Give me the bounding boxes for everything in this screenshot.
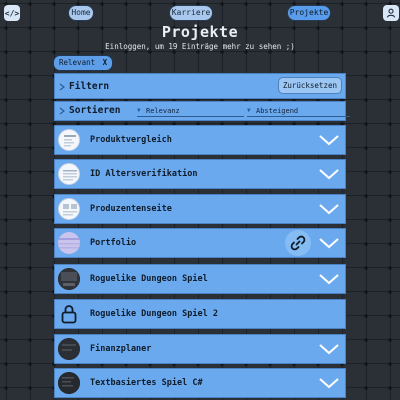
project-title: Roguelike Dungeon Spiel 2 [90,309,218,319]
user-button[interactable] [383,5,399,21]
page-title: Projekte [161,23,239,41]
chip-label: Relevant [59,58,96,67]
filter-label[interactable]: Filtern [69,81,109,92]
active-filter-chip[interactable]: Relevant X [54,56,113,70]
sort-by-select[interactable]: ▼ Relevanz [137,106,244,117]
project-thumbnail [58,129,80,151]
project-row[interactable]: Finanzplaner [54,334,346,364]
chevron-down-icon: ▼ [137,107,141,114]
lock-icon [61,305,77,324]
link-icon [290,235,306,251]
chevron-down-icon[interactable] [319,375,339,391]
code-icon-button[interactable]: </> [4,5,20,21]
project-thumbnail [58,232,80,254]
code-icon: </> [4,8,20,18]
project-title: Textbasiertes Spiel C# [90,378,203,388]
project-row[interactable]: Roguelike Dungeon Spiel 2 [54,299,346,329]
nav-projekte[interactable]: Projekte [288,6,330,20]
project-title: ID Altersverifikation [90,169,198,179]
project-thumbnail [58,268,80,290]
project-title: Roguelike Dungeon Spiel [90,274,208,284]
chevron-down-icon[interactable] [319,271,339,287]
chevron-down-icon[interactable] [319,235,339,251]
filter-panel: Filtern Zurücksetzen [54,73,346,99]
project-thumbnail [58,338,80,360]
project-row[interactable]: Textbasiertes Spiel C# [54,368,346,398]
project-row[interactable]: Produktvergleich [54,125,346,155]
chevron-down-icon: ▼ [247,107,251,114]
sort-panel: Sortieren ▼ Relevanz ▼ Absteigend [54,101,350,121]
chevron-down-icon[interactable] [319,166,339,182]
sort-order-select[interactable]: ▼ Absteigend [247,106,350,117]
project-row[interactable]: Roguelike Dungeon Spiel [54,264,346,294]
chevron-down-icon[interactable] [319,132,339,148]
project-row[interactable]: Portfolio [54,228,346,258]
nav-karriere[interactable]: Karriere [170,6,212,20]
sort-by-value: Relevanz [146,107,180,115]
project-link-button[interactable] [285,230,311,256]
chevron-down-icon[interactable] [319,341,339,357]
project-row[interactable]: ID Altersverifikation [54,159,346,189]
project-title: Produzentenseite [90,204,172,214]
project-title: Portfolio [90,238,137,248]
user-icon [386,8,396,18]
sort-label: Sortieren [69,105,121,116]
project-row[interactable]: Produzentenseite [54,194,346,224]
project-title: Produktvergleich [90,135,172,145]
nav-home[interactable]: Home [69,6,93,20]
project-thumbnail [58,163,80,185]
chevron-right-icon[interactable] [58,107,66,115]
sort-order-value: Absteigend [256,107,299,115]
chevron-down-icon[interactable] [319,201,339,217]
project-thumbnail [58,198,80,220]
page-subtitle: Einloggen, um 19 Einträge mehr zu sehen … [105,42,295,51]
project-title: Finanzplaner [90,344,152,354]
project-thumbnail [58,372,80,394]
chevron-right-icon[interactable] [58,83,66,91]
reset-button[interactable]: Zurücksetzen [278,78,341,93]
chip-remove-icon[interactable]: X [103,58,108,67]
